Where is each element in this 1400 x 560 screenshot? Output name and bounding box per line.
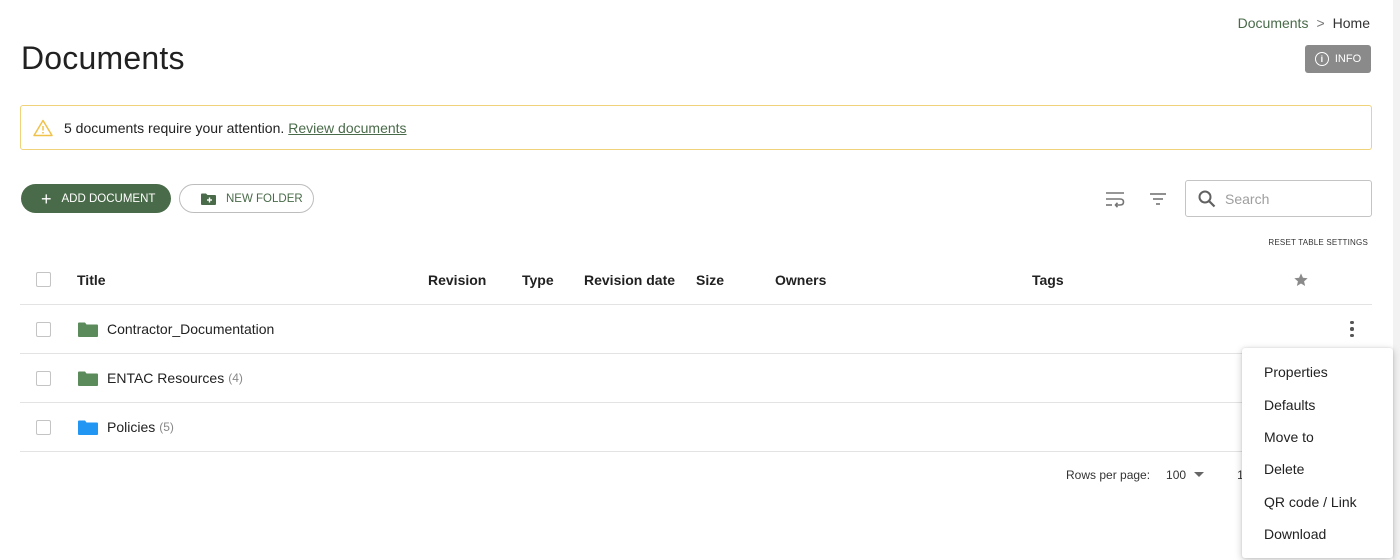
- breadcrumb: Documents > Home: [1238, 15, 1370, 31]
- more-options-icon[interactable]: [1342, 319, 1362, 339]
- search-icon: [1198, 190, 1216, 207]
- breadcrumb-documents-link[interactable]: Documents: [1238, 15, 1309, 31]
- menu-item-properties[interactable]: Properties: [1242, 356, 1393, 388]
- column-header-revision-date[interactable]: Revision date: [584, 255, 675, 304]
- folder-name[interactable]: Policies: [107, 419, 155, 435]
- folder-icon: [78, 420, 98, 435]
- new-folder-button[interactable]: NEW FOLDER: [179, 184, 314, 213]
- folder-name[interactable]: Contractor_Documentation: [107, 321, 274, 337]
- rows-per-page-label: Rows per page:: [1066, 468, 1151, 482]
- column-header-type[interactable]: Type: [522, 255, 554, 304]
- item-count: (5): [159, 420, 174, 434]
- breadcrumb-current: Home: [1332, 15, 1370, 31]
- alert-text: 5 documents require your attention.: [64, 119, 285, 136]
- row-checkbox[interactable]: [36, 321, 51, 337]
- column-header-tags[interactable]: Tags: [1032, 255, 1064, 304]
- menu-item-qr-code-link[interactable]: QR code / Link: [1242, 486, 1393, 518]
- info-button-label: INFO: [1334, 53, 1362, 65]
- table-header-row: Title Revision Type Revision date Size O…: [20, 255, 1372, 305]
- table-row[interactable]: Policies (5): [20, 403, 1372, 452]
- search-input[interactable]: [1225, 190, 1355, 207]
- context-menu: Properties Defaults Move to Delete QR co…: [1242, 348, 1393, 558]
- folder-icon: [78, 371, 98, 386]
- new-folder-icon: [201, 193, 216, 205]
- add-document-label: ADD DOCUMENT: [61, 192, 156, 205]
- attention-alert: 5 documents require your attention. Revi…: [20, 105, 1372, 150]
- menu-item-move-to[interactable]: Move to: [1242, 421, 1393, 453]
- column-header-revision[interactable]: Revision: [428, 255, 486, 304]
- folder-icon: [78, 322, 98, 337]
- warning-icon: [33, 119, 53, 136]
- column-header-size[interactable]: Size: [696, 255, 724, 304]
- info-icon: i: [1314, 52, 1329, 66]
- menu-item-delete[interactable]: Delete: [1242, 453, 1393, 485]
- rows-per-page-value: 100: [1166, 468, 1187, 482]
- right-scroll-edge: [1393, 0, 1400, 560]
- row-checkbox[interactable]: [36, 419, 51, 435]
- star-icon[interactable]: [1293, 272, 1309, 288]
- column-header-owners[interactable]: Owners: [775, 255, 826, 304]
- menu-item-download[interactable]: Download: [1242, 518, 1393, 550]
- search-box: [1185, 180, 1372, 217]
- new-folder-label: NEW FOLDER: [226, 192, 303, 205]
- review-documents-link[interactable]: Review documents: [288, 120, 406, 136]
- row-checkbox[interactable]: [36, 370, 51, 386]
- breadcrumb-separator: >: [1316, 15, 1325, 31]
- filter-icon[interactable]: [1147, 188, 1169, 210]
- caret-down-icon: [1194, 472, 1205, 477]
- pagination: Rows per page: 100 1: [1066, 468, 1244, 482]
- rows-per-page-select[interactable]: 100: [1166, 468, 1205, 482]
- plus-icon: +: [41, 188, 52, 209]
- page-title: Documents: [21, 40, 185, 76]
- info-button[interactable]: i INFO: [1305, 45, 1371, 73]
- column-header-title[interactable]: Title: [77, 255, 106, 304]
- table-row[interactable]: Contractor_Documentation: [20, 305, 1372, 354]
- folder-name[interactable]: ENTAC Resources: [107, 370, 224, 386]
- menu-item-defaults[interactable]: Defaults: [1242, 388, 1393, 420]
- reset-table-settings-link[interactable]: RESET TABLE SETTINGS: [1268, 238, 1368, 247]
- wrap-text-icon[interactable]: [1104, 188, 1126, 210]
- select-all-checkbox[interactable]: [36, 272, 51, 287]
- item-count: (4): [228, 371, 243, 385]
- add-document-button[interactable]: + ADD DOCUMENT: [21, 184, 171, 213]
- table-row[interactable]: ENTAC Resources (4): [20, 354, 1372, 403]
- documents-table: Title Revision Type Revision date Size O…: [20, 255, 1372, 452]
